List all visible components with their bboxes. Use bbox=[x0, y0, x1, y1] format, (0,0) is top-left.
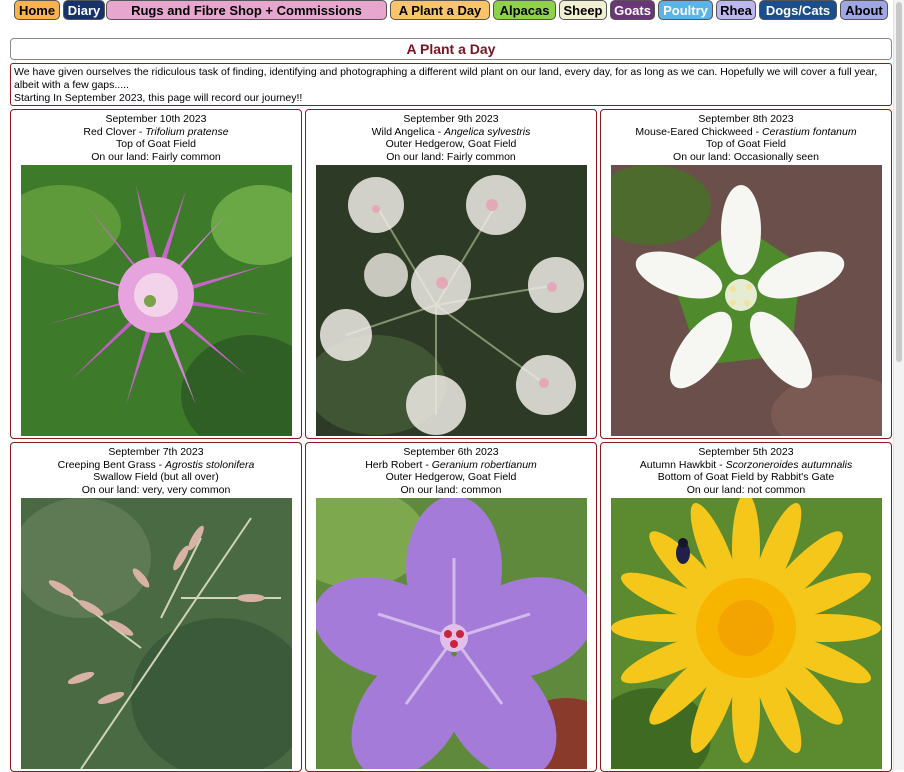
nav-home[interactable]: Home bbox=[14, 0, 60, 20]
plant-date: September 7th 2023 bbox=[108, 446, 204, 458]
plant-date: September 9th 2023 bbox=[403, 113, 499, 125]
plant-photo-wild-angelica[interactable] bbox=[316, 165, 587, 436]
plant-card: September 8th 2023 Mouse-Eared Chickweed… bbox=[600, 109, 892, 439]
plant-abundance: On our land: Fairly common bbox=[386, 150, 516, 163]
nav-rhea[interactable]: Rhea bbox=[716, 0, 756, 20]
plant-photo-red-clover[interactable] bbox=[21, 165, 292, 436]
nav-plant-a-day[interactable]: A Plant a Day bbox=[390, 0, 490, 20]
plant-location: Top of Goat Field bbox=[116, 138, 196, 150]
plant-card: September 6th 2023 Herb Robert - Geraniu… bbox=[305, 442, 597, 772]
page-scrollbar[interactable] bbox=[893, 0, 904, 770]
page-title: A Plant a Day bbox=[10, 38, 892, 60]
plant-name: Red Clover - Trifolium pratense bbox=[83, 125, 229, 138]
intro-text: We have given ourselves the ridiculous t… bbox=[10, 63, 892, 106]
plant-photo-herb-robert[interactable] bbox=[316, 498, 587, 769]
plant-abundance: On our land: not common bbox=[686, 483, 806, 496]
plant-location: Top of Goat Field bbox=[706, 138, 786, 150]
plant-name: Herb Robert - Geranium robertianum bbox=[365, 458, 537, 471]
plant-photo-chickweed[interactable] bbox=[611, 165, 882, 436]
plant-date: September 8th 2023 bbox=[698, 113, 794, 125]
nav-sheep[interactable]: Sheep bbox=[559, 0, 607, 20]
plant-date: September 6th 2023 bbox=[403, 446, 499, 458]
plant-name: Autumn Hawkbit - Scorzoneroides autumnal… bbox=[639, 458, 853, 471]
plant-card: September 5th 2023 Autumn Hawkbit - Scor… bbox=[600, 442, 892, 772]
plant-name: Creeping Bent Grass - Agrostis stolonife… bbox=[57, 458, 255, 471]
nav-diary[interactable]: Diary bbox=[63, 0, 105, 20]
plant-abundance: On our land: Fairly common bbox=[91, 150, 221, 163]
nav-about[interactable]: About bbox=[840, 0, 888, 20]
plant-location: Outer Hedgerow, Goat Field bbox=[385, 471, 517, 483]
nav-rugs-shop[interactable]: Rugs and Fibre Shop + Commissions bbox=[106, 0, 387, 20]
plant-abundance: On our land: Occasionally seen bbox=[673, 150, 819, 163]
nav-goats[interactable]: Goats bbox=[610, 0, 655, 20]
plant-abundance: On our land: very, very common bbox=[81, 483, 231, 496]
plant-card: September 10th 2023 Red Clover - Trifoli… bbox=[10, 109, 302, 439]
plant-location: Bottom of Goat Field by Rabbit's Gate bbox=[657, 471, 835, 483]
plant-card: September 7th 2023 Creeping Bent Grass -… bbox=[10, 442, 302, 772]
plant-photo-hawkbit[interactable] bbox=[611, 498, 882, 769]
plant-abundance: On our land: common bbox=[400, 483, 502, 496]
intro-line-2: Starting In September 2023, this page wi… bbox=[14, 92, 303, 104]
plant-location: Swallow Field (but all over) bbox=[93, 471, 219, 483]
nav-poultry[interactable]: Poultry bbox=[658, 0, 713, 20]
plant-date: September 10th 2023 bbox=[105, 113, 207, 125]
intro-line-1: We have given ourselves the ridiculous t… bbox=[14, 66, 878, 91]
nav-alpacas[interactable]: Alpacas bbox=[493, 0, 556, 20]
nav-dogs-cats[interactable]: Dogs/Cats bbox=[759, 0, 837, 20]
scrollbar-thumb[interactable] bbox=[896, 2, 902, 362]
plant-name: Wild Angelica - Angelica sylvestris bbox=[371, 125, 531, 138]
plant-date: September 5th 2023 bbox=[698, 446, 794, 458]
plant-card: September 9th 2023 Wild Angelica - Angel… bbox=[305, 109, 597, 439]
plant-location: Outer Hedgerow, Goat Field bbox=[385, 138, 517, 150]
plant-photo-bent-grass[interactable] bbox=[21, 498, 292, 769]
plant-name: Mouse-Eared Chickweed - Cerastium fontan… bbox=[635, 125, 857, 138]
